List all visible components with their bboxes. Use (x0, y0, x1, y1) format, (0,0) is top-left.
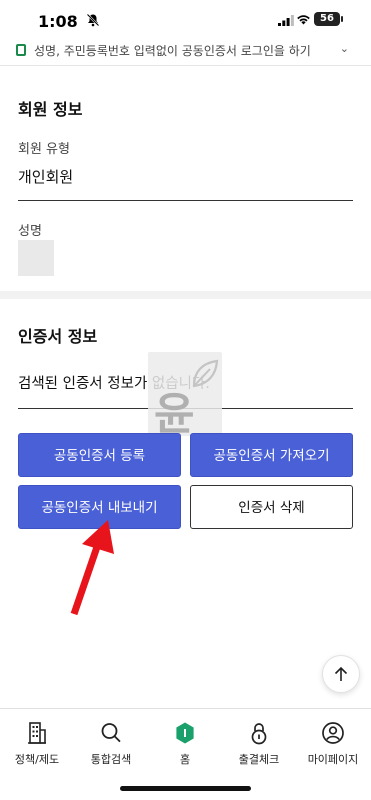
battery-indicator: 56 (314, 12, 343, 26)
member-type-value: 개인회원 (18, 168, 74, 186)
name-redacted (18, 240, 54, 276)
home-icon (176, 722, 194, 744)
member-type-underline (18, 200, 353, 201)
nav-item-search[interactable]: 통합검색 (75, 721, 147, 767)
arrow-up-icon (334, 666, 348, 681)
signal-icon (278, 15, 294, 26)
nav-label: 마이페이지 (307, 753, 359, 766)
annotation-arrow (70, 520, 114, 616)
home-indicator (120, 786, 251, 791)
bell-off-icon (86, 13, 100, 27)
chevron-down-icon[interactable]: ⌄ (340, 42, 349, 55)
notice-text: 성명, 주민등록번호 입력없이 공동인증서 로그인을 하기 (34, 44, 311, 58)
scroll-top-button[interactable] (322, 655, 360, 693)
user-icon (322, 722, 344, 744)
status-time: 1:08 (38, 12, 78, 31)
watermark: 윤 (148, 352, 222, 440)
nav-item-mypage[interactable]: 마이페이지 (297, 721, 369, 767)
nav-item-home[interactable]: 홈 (149, 721, 221, 767)
search-icon (101, 723, 121, 743)
section-divider (0, 291, 371, 299)
delete-cert-button[interactable]: 인증서 삭제 (190, 485, 353, 529)
building-icon (28, 722, 46, 744)
nav-label: 정책/제도 (14, 753, 60, 766)
member-type-label: 회원 유형 (18, 142, 70, 157)
nav-label: 홈 (179, 753, 191, 766)
nav-item-attendance[interactable]: 출결체크 (223, 721, 295, 767)
leaf-icon (192, 359, 219, 388)
wifi-icon (297, 15, 310, 25)
nav-label: 통합검색 (90, 753, 132, 766)
nav-item-policy[interactable]: 정책/제도 (1, 721, 73, 767)
import-cert-button[interactable]: 공동인증서 가져오기 (190, 433, 353, 477)
lock-icon (251, 723, 267, 745)
register-cert-button[interactable]: 공동인증서 등록 (18, 433, 181, 477)
nav-label: 출결체크 (238, 753, 280, 766)
notice-bar[interactable]: 성명, 주민등록번호 입력없이 공동인증서 로그인을 하기 ⌄ (0, 38, 371, 66)
member-info-title: 회원 정보 (18, 100, 83, 119)
document-icon (16, 44, 26, 56)
name-label: 성명 (18, 224, 42, 239)
cert-info-title: 인증서 정보 (18, 327, 98, 346)
